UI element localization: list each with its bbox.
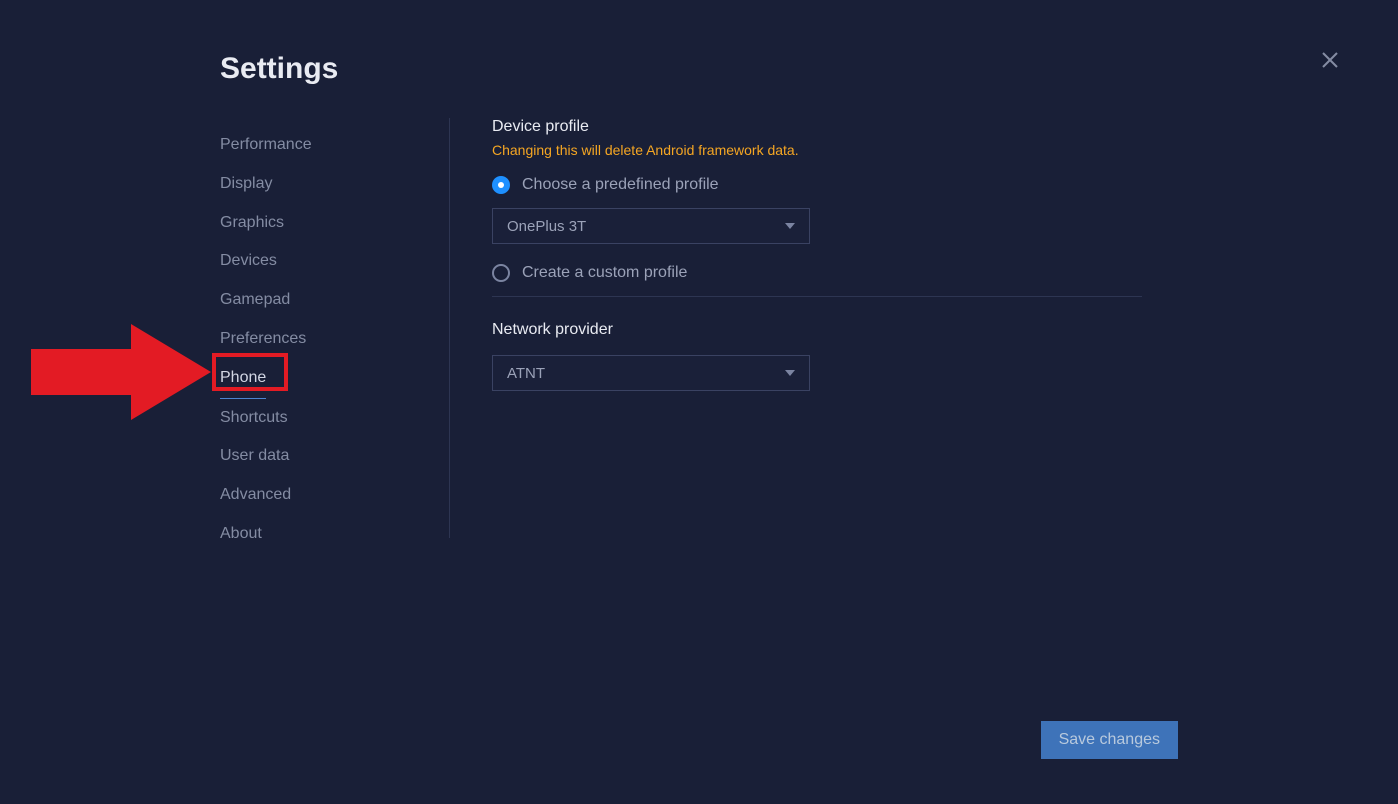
- radio-predefined-label: Choose a predefined profile: [522, 176, 719, 194]
- device-profile-title: Device profile: [492, 118, 1142, 136]
- radio-predefined-profile[interactable]: Choose a predefined profile: [492, 176, 1142, 194]
- sidebar-item-graphics[interactable]: Graphics: [220, 204, 284, 243]
- sidebar-item-about[interactable]: About: [220, 515, 262, 554]
- sidebar: Performance Display Graphics Devices Gam…: [220, 126, 430, 554]
- content-panel: Device profile Changing this will delete…: [492, 118, 1142, 411]
- radio-custom-label: Create a custom profile: [522, 264, 687, 282]
- sidebar-item-performance[interactable]: Performance: [220, 126, 312, 165]
- page-title: Settings: [220, 52, 338, 86]
- radio-custom-profile[interactable]: Create a custom profile: [492, 264, 1142, 282]
- sidebar-item-display[interactable]: Display: [220, 165, 272, 204]
- network-provider-value: ATNT: [507, 365, 545, 382]
- device-profile-select[interactable]: OnePlus 3T: [492, 208, 810, 244]
- save-changes-button[interactable]: Save changes: [1041, 721, 1178, 759]
- sidebar-item-advanced[interactable]: Advanced: [220, 476, 291, 515]
- sidebar-item-phone[interactable]: Phone: [220, 359, 266, 399]
- chevron-down-icon: [785, 223, 795, 229]
- radio-selected-icon: [492, 176, 510, 194]
- radio-unselected-icon: [492, 264, 510, 282]
- network-provider-select[interactable]: ATNT: [492, 355, 810, 391]
- sidebar-item-devices[interactable]: Devices: [220, 242, 277, 281]
- network-provider-title: Network provider: [492, 321, 1142, 339]
- device-profile-value: OnePlus 3T: [507, 218, 586, 235]
- sidebar-item-user-data[interactable]: User data: [220, 437, 289, 476]
- device-profile-warning: Changing this will delete Android framew…: [492, 142, 1142, 158]
- chevron-down-icon: [785, 370, 795, 376]
- sidebar-item-gamepad[interactable]: Gamepad: [220, 281, 290, 320]
- sidebar-item-preferences[interactable]: Preferences: [220, 320, 306, 359]
- annotation-arrow-icon: [31, 322, 211, 422]
- close-icon[interactable]: [1318, 48, 1342, 72]
- sidebar-item-shortcuts[interactable]: Shortcuts: [220, 399, 288, 438]
- vertical-divider: [449, 118, 450, 538]
- section-divider: [492, 296, 1142, 297]
